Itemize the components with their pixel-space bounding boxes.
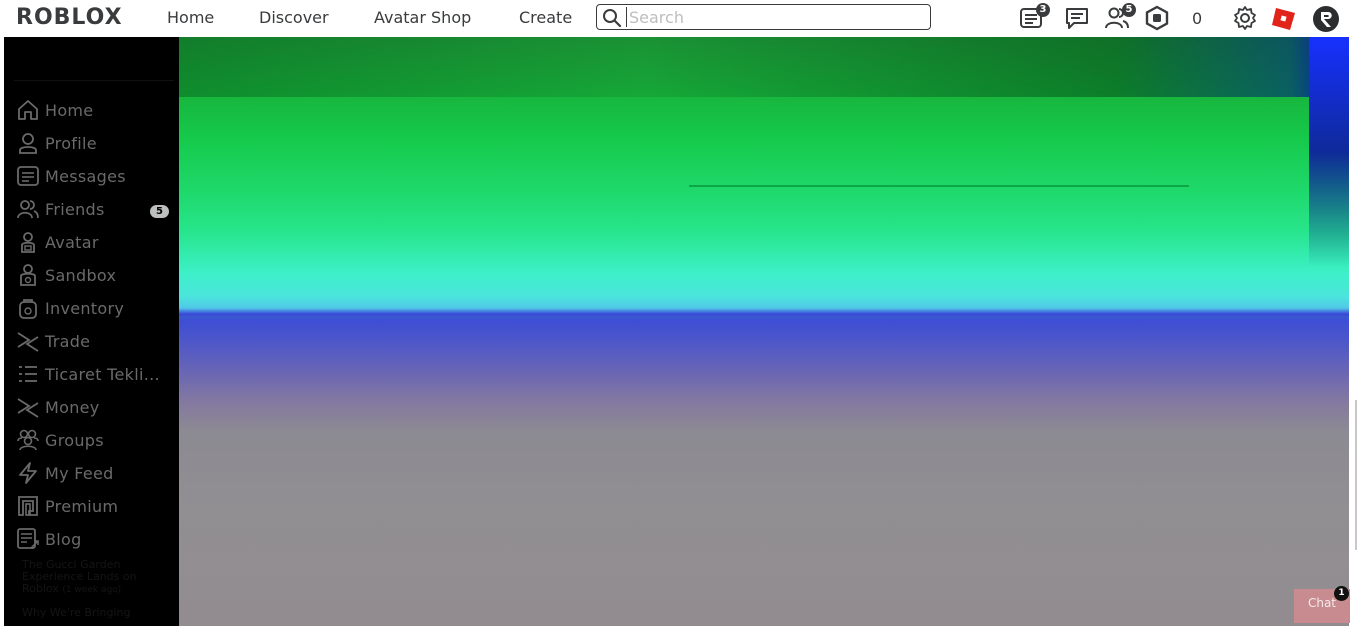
friends-icon (16, 197, 40, 221)
image-region-blue-edge (1309, 37, 1349, 267)
friends-button[interactable]: 5 (1104, 3, 1136, 31)
trade-icon (16, 329, 40, 353)
top-navigation-bar: ROBLOX Home Discover Avatar Shop Create … (0, 0, 1359, 37)
robux-balance: 0 (1192, 9, 1203, 28)
account-avatar-button[interactable] (1312, 5, 1339, 32)
search-divider (626, 7, 627, 27)
groups-icon (16, 428, 40, 452)
sidebar-item-sandbox[interactable]: Sandbox (16, 262, 116, 288)
sidebar-item-home[interactable]: Home (16, 97, 93, 123)
sidebar-item-label: Friends (45, 199, 105, 219)
sidebar-item-label: My Feed (45, 463, 114, 483)
notifications-button[interactable]: 3 (1018, 3, 1050, 31)
image-region-top (179, 37, 1349, 97)
messages-button[interactable] (1064, 5, 1090, 31)
inventory-icon (16, 296, 40, 320)
sidebar-item-label: Messages (45, 166, 126, 186)
sidebar-item-inventory[interactable]: Inventory (16, 295, 124, 321)
premium-icon (16, 494, 40, 518)
sidebar-user-avatar[interactable] (64, 37, 124, 72)
friends-count-badge: 5 (150, 205, 169, 218)
sidebar-divider (14, 80, 174, 81)
sidebar-item-label: Sandbox (45, 265, 117, 285)
nav-link-home[interactable]: Home (167, 8, 214, 28)
sidebar-item-label: Ticaret Tekli... (45, 364, 160, 384)
roblox-logo[interactable]: ROBLOX (16, 5, 123, 31)
sidebar-item-label: Blog (45, 529, 82, 549)
home-icon (16, 98, 40, 122)
sidebar-item-label: Inventory (45, 298, 125, 318)
profile-icon (16, 131, 40, 155)
robux-button[interactable] (1144, 5, 1170, 31)
robux-icon (1145, 5, 1169, 31)
sidebar-item-profile[interactable]: Profile (16, 130, 97, 156)
sidebar-item-label: Home (45, 100, 94, 120)
sidebar-item-trade[interactable]: Trade (16, 328, 90, 354)
roblox-studio-icon (1272, 8, 1295, 30)
sidebar-item-friends[interactable]: Friends (16, 196, 105, 222)
search-input[interactable] (629, 6, 924, 28)
sidebar-item-avatar[interactable]: Avatar (16, 229, 99, 255)
sidebar-item-label: Money (45, 397, 100, 417)
scrollbar-thumb[interactable] (1355, 400, 1357, 550)
sidebar-item-label: Trade (45, 331, 91, 351)
list-icon (16, 362, 40, 386)
sidebar-item-label: Profile (45, 133, 97, 153)
chat-unread-badge: 1 (1334, 586, 1349, 601)
main-content-image (179, 37, 1349, 626)
blog-post-link[interactable]: The Gucci Garden Experience Lands on Rob… (22, 559, 172, 596)
sidebar-item-label: Groups (45, 430, 104, 450)
search-box[interactable] (596, 4, 931, 30)
sidebar-item-messages[interactable]: Messages (16, 163, 126, 189)
image-region-horizon (179, 316, 1349, 319)
left-sidebar: Home Profile Messages Friends Avatar San… (4, 37, 179, 626)
blog-post-title: Why We're Bringing (22, 606, 131, 619)
sidebar-item-premium[interactable]: Premium (16, 493, 118, 519)
sandbox-icon (16, 263, 40, 287)
money-icon (16, 395, 40, 419)
friends-badge: 5 (1122, 3, 1136, 17)
sidebar-item-trade-offers[interactable]: Ticaret Tekli... (16, 361, 160, 387)
chat-bubble-icon (1066, 8, 1088, 29)
nav-link-avatar-shop[interactable]: Avatar Shop (374, 8, 471, 28)
avatar-icon (1313, 6, 1339, 32)
gear-icon (1234, 6, 1256, 30)
sidebar-item-money[interactable]: Money (16, 394, 100, 420)
settings-button[interactable] (1232, 5, 1258, 31)
blog-post-link[interactable]: Why We're Bringing (22, 607, 172, 619)
image-region-streak (689, 185, 1189, 187)
studio-button[interactable] (1271, 5, 1297, 31)
blog-icon (16, 527, 40, 551)
messages-icon (16, 164, 40, 188)
nav-link-discover[interactable]: Discover (259, 8, 329, 28)
notifications-badge: 3 (1036, 3, 1050, 17)
sidebar-item-my-feed[interactable]: My Feed (16, 460, 114, 486)
sidebar-item-label: Premium (45, 496, 119, 516)
nav-link-create[interactable]: Create (519, 8, 572, 28)
blog-post-age: (1 week ago) (62, 585, 122, 595)
sidebar-item-label: Avatar (45, 232, 99, 252)
avatar-icon (16, 230, 40, 254)
sidebar-item-groups[interactable]: Groups (16, 427, 104, 453)
sidebar-item-blog[interactable]: Blog (16, 526, 82, 552)
feed-icon (16, 461, 40, 485)
search-icon[interactable] (602, 8, 622, 28)
